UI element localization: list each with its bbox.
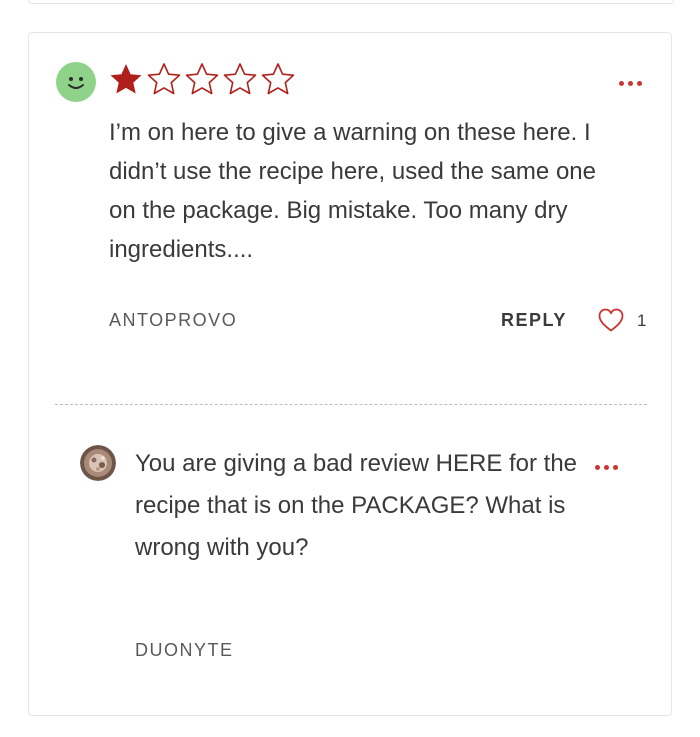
star-3-icon [185,63,219,95]
review-text: I’m on here to give a warning on these h… [109,119,596,263]
previous-review-card [28,0,674,4]
star-5-icon [261,63,295,95]
star-rating [107,61,297,97]
review-more-options-icon[interactable] [619,81,642,86]
like-count: 1 [637,311,647,330]
reply-divider [55,404,647,405]
reply-username[interactable]: DUONYTE [135,640,234,661]
star-1-icon [110,64,142,94]
star-2-icon [147,63,181,95]
heart-icon[interactable] [597,307,625,333]
star-4-icon [223,63,257,95]
user-photo-avatar[interactable] [80,445,116,481]
reply-text: You are giving a bad review HERE for the… [135,450,578,561]
reply-more-options-icon[interactable] [595,465,618,470]
reply-button[interactable]: REPLY [501,310,567,331]
smiley-face-icon [56,62,96,102]
review-username[interactable]: ANTOPROVO [109,310,237,331]
review-card: I’m on here to give a warning on these h… [28,32,672,716]
